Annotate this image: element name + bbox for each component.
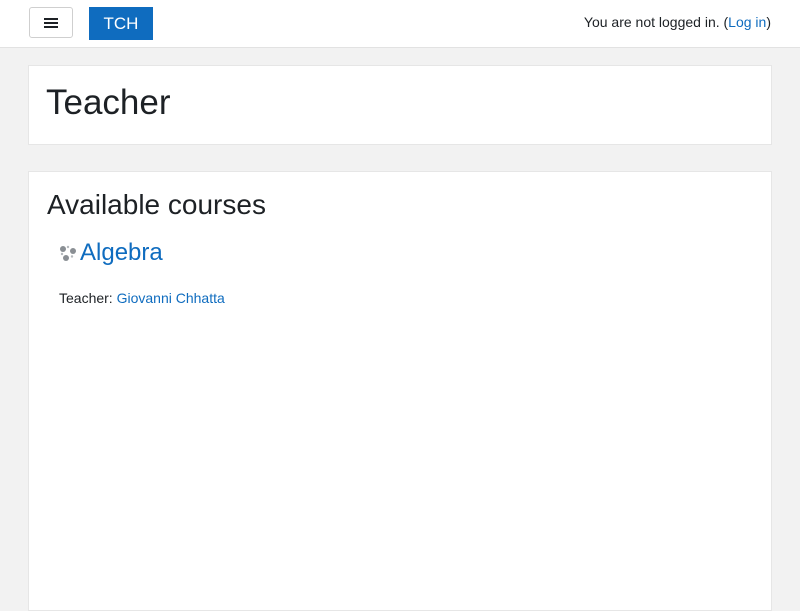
page-title: Teacher xyxy=(46,83,171,122)
course-teacher-line: Teacher: Giovanni Chhatta xyxy=(59,290,225,306)
login-suffix-text: ) xyxy=(766,14,771,30)
section-title: Available courses xyxy=(47,189,266,220)
login-prefix-text: You are not logged in. ( xyxy=(583,14,729,30)
course-icon xyxy=(60,245,76,261)
login-link[interactable]: Log in xyxy=(728,14,766,30)
top-navbar: TCH You are not logged in. (Log in) xyxy=(0,0,800,48)
page-header: Teacher xyxy=(28,65,772,145)
login-info: You are not logged in. (Log in) xyxy=(584,14,771,30)
teacher-name-link[interactable]: Giovanni Chhatta xyxy=(117,290,225,306)
course-item: Algebra xyxy=(59,238,163,268)
course-link-algebra[interactable]: Algebra xyxy=(80,238,163,268)
hamburger-icon xyxy=(44,17,58,28)
site-brand-link[interactable]: TCH xyxy=(89,7,153,40)
available-courses-region: Available courses Algebra Teacher: Giova… xyxy=(28,171,772,611)
teacher-label: Teacher: xyxy=(59,290,117,306)
drawer-toggle-button[interactable] xyxy=(29,7,73,38)
